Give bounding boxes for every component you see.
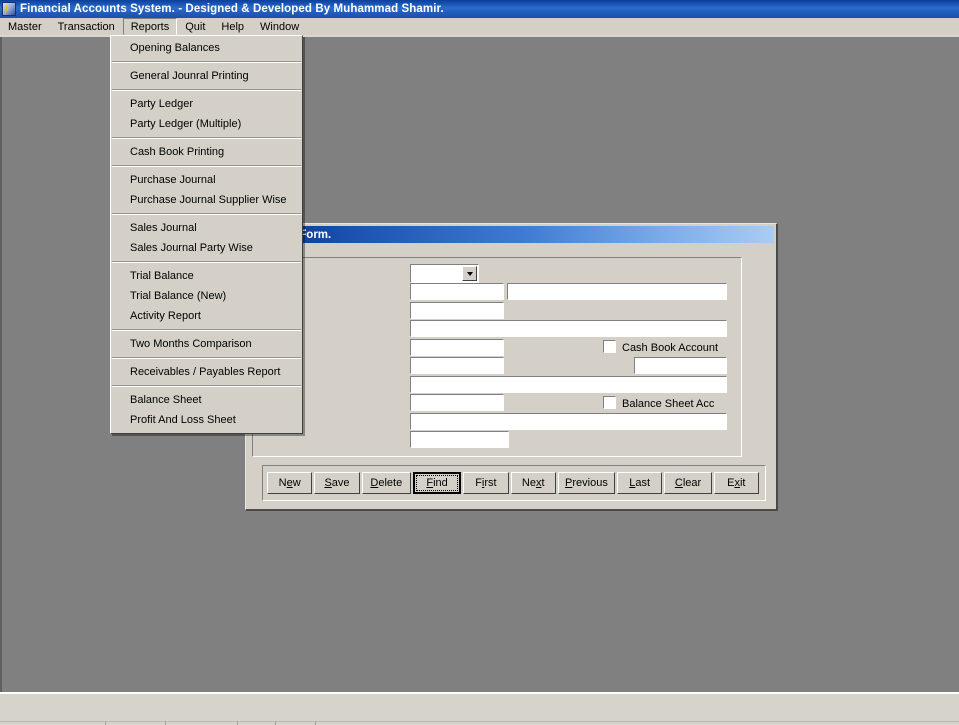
new-button[interactable]: New: [267, 472, 312, 494]
save-button[interactable]: Save: [314, 472, 359, 494]
menu-item-two-months-comparison[interactable]: Two Months Comparison: [111, 334, 302, 354]
ntn-no-input[interactable]: [410, 394, 504, 411]
bank-title-input[interactable]: [410, 413, 727, 430]
menu-master[interactable]: Master: [0, 18, 50, 35]
menu-item-purchase-journal-supplier-wise[interactable]: Purchase Journal Supplier Wise: [111, 190, 302, 210]
menu-item-party-ledger-multiple[interactable]: Party Ledger (Multiple): [111, 114, 302, 134]
application-window: Financial Accounts System. - Designed & …: [0, 0, 959, 725]
menu-item-cash-book-printing[interactable]: Cash Book Printing: [111, 142, 302, 162]
title-bar: Financial Accounts System. - Designed & …: [0, 0, 959, 18]
address-input[interactable]: [410, 376, 727, 393]
menu-separator: [112, 165, 301, 167]
parent-account-name-input[interactable]: [507, 283, 727, 300]
menu-item-purchase-journal[interactable]: Purchase Journal: [111, 170, 302, 190]
parent-account-code-input[interactable]: [410, 283, 504, 300]
menu-item-general-jounral-printing[interactable]: General Jounral Printing: [111, 66, 302, 86]
status-panel-divider: [105, 721, 106, 725]
focus-indicator: Find: [416, 475, 458, 491]
menu-item-profit-and-loss-sheet[interactable]: Profit And Loss Sheet: [111, 410, 302, 430]
menu-item-sales-journal[interactable]: Sales Journal: [111, 218, 302, 238]
menu-separator: [112, 89, 301, 91]
balance-sheet-acc-checkbox[interactable]: [603, 396, 616, 409]
last-button[interactable]: Last: [617, 472, 662, 494]
cash-book-account-label: Cash Book Account: [622, 341, 718, 355]
menu-quit[interactable]: Quit: [177, 18, 213, 35]
credit-balance-input[interactable]: [634, 357, 727, 374]
menu-bar: MasterTransactionReportsQuitHelpWindow: [0, 18, 959, 36]
dialog-title-bar: ccounts Form.: [248, 226, 774, 243]
menu-separator: [112, 213, 301, 215]
reports-dropdown-menu: Opening Balances General Jounral Printing…: [110, 35, 303, 434]
menu-separator: [112, 137, 301, 139]
previous-button[interactable]: Previous: [558, 472, 615, 494]
form-button-bar: NewSaveDelete Find FirstNextPreviousLastCl…: [262, 465, 766, 501]
chevron-down-icon[interactable]: [462, 266, 477, 281]
window-title: Financial Accounts System. - Designed & …: [20, 3, 444, 15]
menu-item-party-ledger[interactable]: Party Ledger: [111, 94, 302, 114]
status-panel-divider: [315, 721, 316, 725]
menu-separator: [112, 261, 301, 263]
menu-item-opening-balances[interactable]: Opening Balances: [111, 38, 302, 58]
menu-reports[interactable]: Reports: [123, 18, 178, 35]
debit-balance-input[interactable]: [410, 357, 504, 374]
account-code-input[interactable]: [410, 302, 504, 319]
status-bar: [0, 692, 959, 725]
menu-item-sales-journal-party-wise[interactable]: Sales Journal Party Wise: [111, 238, 302, 258]
bank-account-no-input[interactable]: [410, 431, 509, 448]
exit-button[interactable]: Exit: [714, 472, 759, 494]
cash-book-account-checkbox[interactable]: [603, 340, 616, 353]
menu-item-activity-report[interactable]: Activity Report: [111, 306, 302, 326]
menu-separator: [112, 329, 301, 331]
menu-item-trial-balance-new[interactable]: Trial Balance (New): [111, 286, 302, 306]
first-button[interactable]: First: [463, 472, 508, 494]
delete-button[interactable]: Delete: [362, 472, 411, 494]
status-bar-line: [0, 721, 959, 722]
menu-item-trial-balance[interactable]: Trial Balance: [111, 266, 302, 286]
menu-window[interactable]: Window: [252, 18, 307, 35]
level-combobox[interactable]: [410, 264, 479, 283]
balance-sheet-acc-label: Balance Sheet Acc: [622, 397, 714, 411]
status-panel-divider: [237, 721, 238, 725]
find-button[interactable]: Find: [413, 472, 461, 494]
next-button[interactable]: Next: [511, 472, 556, 494]
menu-transaction[interactable]: Transaction: [50, 18, 123, 35]
opening-date-input[interactable]: [410, 339, 504, 356]
menu-item-balance-sheet[interactable]: Balance Sheet: [111, 390, 302, 410]
app-icon: [2, 2, 16, 16]
menu-help[interactable]: Help: [213, 18, 252, 35]
menu-separator: [112, 61, 301, 63]
menu-item-receivables-payables-report[interactable]: Receivables / Payables Report: [111, 362, 302, 382]
status-panel-divider: [165, 721, 166, 725]
description-input[interactable]: [410, 320, 727, 337]
status-panel-divider: [275, 721, 276, 725]
menu-separator: [112, 357, 301, 359]
menu-separator: [112, 385, 301, 387]
clear-button[interactable]: Clear: [664, 472, 711, 494]
